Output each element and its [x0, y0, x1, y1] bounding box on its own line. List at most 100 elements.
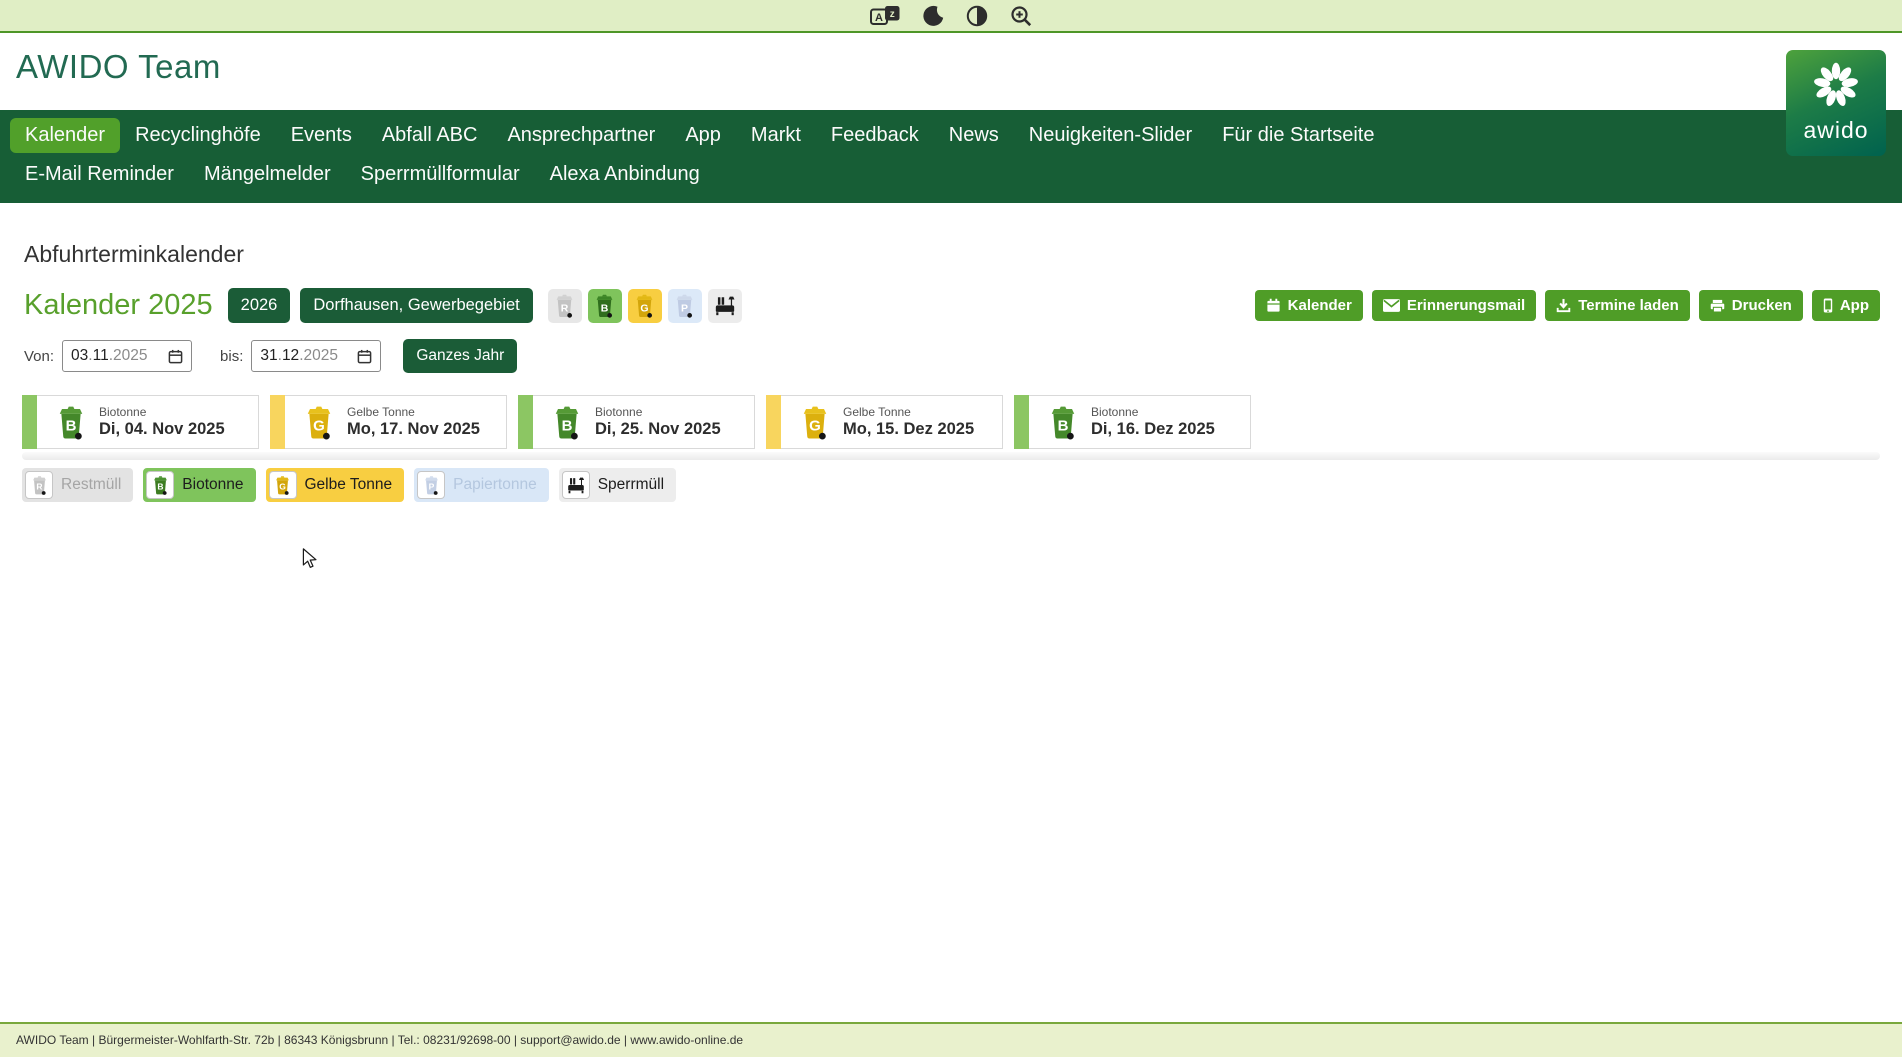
nav-row-1: KalenderRecyclinghöfeEventsAbfall ABCAns… [10, 118, 1892, 153]
legend-label: Sperrmüll [590, 476, 673, 494]
svg-text:G: G [641, 302, 649, 314]
waste-bin-icon: G [634, 293, 655, 318]
top-utility-bar: A z [0, 0, 1902, 33]
contrast-icon[interactable] [966, 5, 988, 27]
legend-restmuell-icon: R [25, 471, 53, 499]
waste-bin-icon: B [594, 293, 615, 318]
awido-logo[interactable]: awido [1786, 50, 1886, 156]
district-button[interactable]: Dorfhausen, Gewerbegebiet [300, 288, 532, 323]
svg-text:z: z [890, 9, 895, 20]
action-label: Termine laden [1578, 297, 1679, 314]
waste-bin-icon: G [800, 404, 830, 440]
nav-item-events[interactable]: Events [276, 118, 367, 153]
download-icon [1556, 298, 1571, 313]
legend-sperrmuell[interactable]: Sperrmüll [559, 468, 676, 502]
mail-icon [1383, 299, 1400, 312]
legend-sperrmuell-icon [562, 471, 590, 499]
waste-bin-icon: P [674, 293, 695, 318]
nav-item-alexa-anbindung[interactable]: Alexa Anbindung [535, 157, 715, 192]
calendar-picker-icon[interactable] [168, 349, 183, 364]
toggle-gelbe-tonne[interactable]: G [628, 289, 662, 323]
event-date: Di, 25. Nov 2025 [595, 420, 721, 439]
legend-papiertonne-icon: P [417, 471, 445, 499]
action-termine-laden-button[interactable]: Termine laden [1545, 290, 1690, 321]
legend-gelbe-tonne[interactable]: G Gelbe Tonne [266, 468, 405, 502]
calendar-actions: Kalender Erinnerungsmail Termine laden D… [1255, 290, 1880, 321]
nav-item-ansprechpartner[interactable]: Ansprechpartner [492, 118, 670, 153]
legend-biotonne-icon: B [146, 471, 174, 499]
svg-text:P: P [428, 482, 434, 492]
events-row: B Biotonne Di, 04. Nov 2025 G Gelbe Tonn… [22, 395, 1902, 449]
event-date: Mo, 15. Dez 2025 [843, 420, 974, 439]
action-erinnerungsmail-button[interactable]: Erinnerungsmail [1372, 290, 1536, 321]
mouse-cursor [302, 548, 318, 570]
waste-bin-icon: P [423, 475, 440, 495]
toggle-biotonne[interactable]: B [588, 289, 622, 323]
to-date-input[interactable]: 31.12.2025 [251, 340, 381, 372]
calendar-picker-icon[interactable] [357, 349, 372, 364]
full-year-button[interactable]: Ganzes Jahr [403, 339, 517, 373]
event-date: Di, 16. Dez 2025 [1091, 420, 1215, 439]
event-card: G Gelbe Tonne Mo, 17. Nov 2025 [270, 395, 507, 449]
svg-text:G: G [313, 417, 325, 434]
site-title: AWIDO Team [0, 33, 1902, 86]
zoom-icon[interactable] [1010, 5, 1032, 27]
waste-bin-icon: B [552, 404, 582, 440]
from-label: Von: [24, 348, 54, 365]
nav-item-kalender[interactable]: Kalender [10, 118, 120, 153]
nav-item-markt[interactable]: Markt [736, 118, 816, 153]
nav-item-app[interactable]: App [670, 118, 736, 153]
svg-text:R: R [561, 302, 569, 314]
nav-item-news[interactable]: News [934, 118, 1014, 153]
event-type: Biotonne [595, 405, 721, 419]
action-kalender-button[interactable]: Kalender [1255, 290, 1363, 321]
main-content: Abfuhrterminkalender Kalender 2025 2026 … [0, 241, 1902, 502]
awido-flower-icon [1801, 50, 1871, 116]
nav-item-feedback[interactable]: Feedback [816, 118, 934, 153]
svg-text:B: B [562, 417, 573, 434]
legend-gelbe-tonne-icon: G [269, 471, 297, 499]
svg-text:B: B [1058, 417, 1069, 434]
dark-mode-icon[interactable] [922, 5, 944, 27]
nav-item-fuer-die-startseite[interactable]: Für die Startseite [1207, 118, 1389, 153]
translate-icon[interactable]: A z [870, 5, 900, 26]
site-header: AWIDO Team awido [0, 33, 1902, 110]
from-date-input[interactable]: 03.11.2025 [62, 340, 192, 372]
from-date-value: 03.11.2025 [71, 347, 147, 365]
legend-label: Papiertonne [445, 476, 546, 494]
action-drucken-button[interactable]: Drucken [1699, 290, 1803, 321]
nav-item-recyclinghoefe[interactable]: Recyclinghöfe [120, 118, 276, 153]
event-date: Mo, 17. Nov 2025 [347, 420, 480, 439]
waste-bin-icon: R [554, 293, 575, 318]
legend-label: Biotonne [174, 476, 252, 494]
toggle-papiertonne[interactable]: P [668, 289, 702, 323]
event-type: Gelbe Tonne [843, 405, 974, 419]
nav-item-neuigkeiten-slider[interactable]: Neuigkeiten-Slider [1014, 118, 1207, 153]
footer-text: AWIDO Team | Bürgermeister-Wohlfarth-Str… [0, 1024, 1902, 1056]
nav-item-abfall-abc[interactable]: Abfall ABC [367, 118, 493, 153]
event-color-bar [766, 395, 781, 449]
svg-text:B: B [157, 482, 163, 492]
action-label: App [1840, 297, 1869, 314]
event-card: B Biotonne Di, 25. Nov 2025 [518, 395, 755, 449]
legend-biotonne[interactable]: B Biotonne [143, 468, 255, 502]
legend-restmuell[interactable]: R Restmüll [22, 468, 133, 502]
toggle-restmuell[interactable]: R [548, 289, 582, 323]
legend-label: Gelbe Tonne [297, 476, 402, 494]
nav-item-e-mail-reminder[interactable]: E-Mail Reminder [10, 157, 189, 192]
toggle-sperrmuell[interactable] [708, 289, 742, 323]
waste-bin-icon: R [31, 475, 48, 495]
horizontal-scrollbar[interactable] [22, 452, 1880, 460]
main-nav: KalenderRecyclinghöfeEventsAbfall ABCAns… [0, 110, 1902, 203]
awido-logo-text: awido [1803, 117, 1868, 144]
to-date-value: 31.12.2025 [260, 347, 338, 365]
year-2026-button[interactable]: 2026 [228, 288, 291, 323]
sofa-icon [566, 477, 586, 494]
legend-label: Restmüll [53, 476, 130, 494]
event-type: Biotonne [99, 405, 225, 419]
legend-papiertonne[interactable]: P Papiertonne [414, 468, 549, 502]
event-card: G Gelbe Tonne Mo, 15. Dez 2025 [766, 395, 1003, 449]
nav-item-maengelmelder[interactable]: Mängelmelder [189, 157, 346, 192]
nav-item-sperrmuellformular[interactable]: Sperrmüllformular [346, 157, 535, 192]
action-app-button[interactable]: App [1812, 290, 1880, 321]
